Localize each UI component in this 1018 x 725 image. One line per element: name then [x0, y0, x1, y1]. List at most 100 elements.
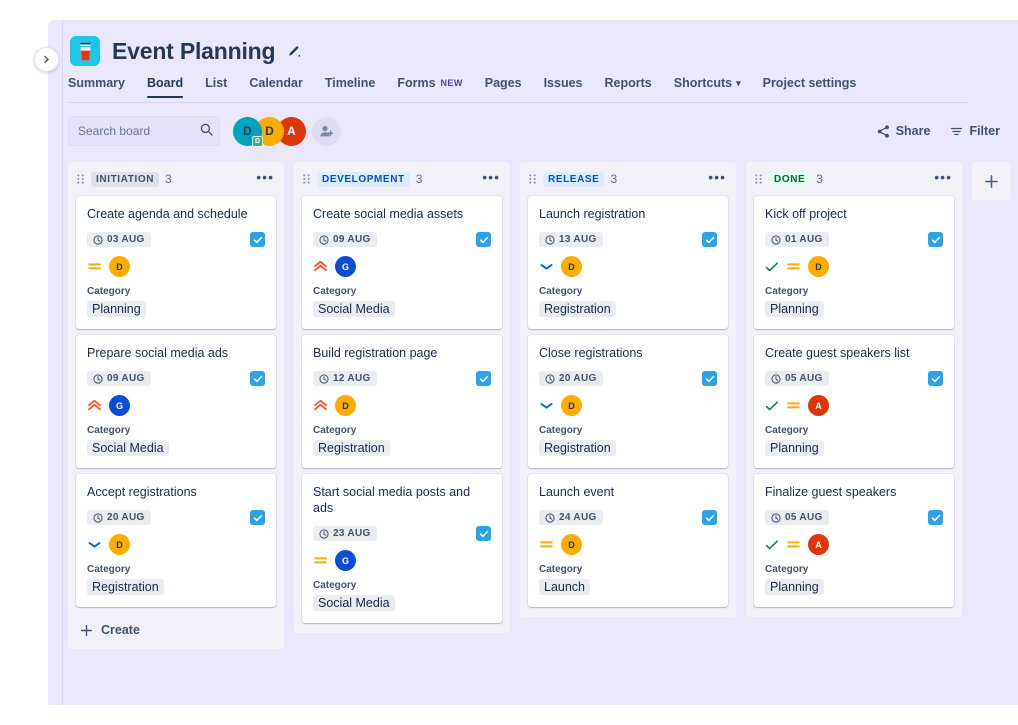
drag-handle-icon[interactable] [76, 173, 85, 185]
priority-medium-icon [540, 541, 553, 548]
board-card[interactable]: Start social media posts and ads 23 AUG … [302, 474, 502, 623]
card-meta: 12 AUG [313, 371, 491, 386]
more-horizontal-icon[interactable]: ••• [708, 170, 726, 185]
drag-handle-icon[interactable] [754, 173, 763, 185]
column-cards: Kick off project 01 AUG D Category Plannin… [746, 196, 962, 607]
more-horizontal-icon[interactable]: ••• [482, 170, 500, 185]
card-field-value-row: Registration [313, 439, 491, 457]
expand-sidebar-button[interactable] [34, 47, 59, 72]
tab-board[interactable]: Board [136, 76, 194, 98]
board-card[interactable]: Kick off project 01 AUG D Category Plannin… [754, 196, 954, 329]
board-card[interactable]: Create guest speakers list 05 AUG A Categ… [754, 335, 954, 468]
task-checkbox-icon [253, 375, 262, 382]
card-meta: 20 AUG [539, 371, 717, 386]
card-field-value: Registration [313, 440, 390, 456]
tab-project-settings[interactable]: Project settings [752, 76, 868, 98]
board-card[interactable]: Build registration page 12 AUG D Category… [302, 335, 502, 468]
card-meta: 05 AUG [765, 371, 943, 386]
avatar-initial: D [815, 261, 822, 272]
card-assignee-avatar[interactable]: D [109, 256, 130, 277]
card-field-value-row: Planning [765, 439, 943, 457]
due-date-label: 05 AUG [785, 373, 823, 384]
add-person-icon[interactable] [312, 116, 341, 146]
board-card[interactable]: Finalize guest speakers 05 AUG A Category… [754, 474, 954, 607]
search-input[interactable] [68, 116, 220, 146]
column-spacer [746, 607, 962, 617]
filter-label: Filter [969, 124, 1000, 138]
tab-list[interactable]: List [194, 76, 238, 98]
card-field-value-row: Launch [539, 578, 717, 596]
card-assignee-avatar[interactable]: G [335, 256, 356, 277]
due-date-label: 20 AUG [107, 512, 145, 523]
filter-button[interactable]: Filter [950, 124, 1000, 138]
task-checkbox-icon [479, 530, 488, 537]
drag-handle-icon[interactable] [528, 173, 537, 185]
board-card[interactable]: Launch registration 13 AUG D Category Regis… [528, 196, 728, 329]
task-checkbox-icon [702, 371, 717, 386]
card-field-label: Category [313, 580, 357, 591]
tab-summary[interactable]: Summary [68, 76, 136, 98]
clock-icon [545, 373, 555, 384]
tab-forms[interactable]: Forms NEW [386, 76, 473, 98]
card-assignee-avatar[interactable]: D [561, 534, 582, 555]
add-column-button[interactable] [972, 162, 1010, 200]
card-meta: 09 AUG [87, 371, 265, 386]
card-assignee-avatar[interactable]: G [335, 550, 356, 571]
column-header: RELEASE 3 ••• [520, 162, 736, 196]
card-field-value-row: Social Media [87, 439, 265, 457]
tab-issues[interactable]: Issues [533, 76, 594, 98]
member-avatar-group: DDDA [233, 116, 306, 147]
board-toolbar: DDDA Share [68, 116, 1000, 147]
card-field-value: Launch [539, 579, 591, 595]
board-card[interactable]: Prepare social media ads 09 AUG G Categor… [76, 335, 276, 468]
due-date-chip: 03 AUG [87, 232, 151, 247]
board-card[interactable]: Close registrations 20 AUG D Category Regis… [528, 335, 728, 468]
share-button[interactable]: Share [877, 124, 931, 138]
tab-timeline[interactable]: Timeline [314, 76, 386, 98]
priority-medium-icon [88, 263, 101, 270]
priority-low-icon [87, 537, 102, 552]
card-indicators: G [313, 550, 491, 571]
clock-icon [771, 234, 781, 245]
card-assignee-avatar[interactable]: G [109, 395, 130, 416]
tab-calendar[interactable]: Calendar [238, 76, 314, 98]
search-icon[interactable] [200, 123, 213, 141]
priority-medium-icon [314, 557, 327, 564]
toolbar-actions: Share Filter [877, 124, 1000, 138]
card-assignee-avatar[interactable]: D [561, 395, 582, 416]
tab-label: Shortcuts [673, 76, 733, 90]
board-card[interactable]: Create agenda and schedule 03 AUG D Categ… [76, 196, 276, 329]
board-card[interactable]: Create social media assets 09 AUG G Categ… [302, 196, 502, 329]
column-header: DEVELOPMENT 3 ••• [294, 162, 510, 196]
more-horizontal-icon[interactable]: ••• [256, 170, 274, 185]
card-assignee-avatar[interactable]: D [109, 534, 130, 555]
task-checkbox-icon [705, 375, 714, 382]
more-horizontal-icon[interactable]: ••• [934, 170, 952, 185]
plus-icon [80, 624, 93, 636]
column-header: INITIATION 3 ••• [68, 162, 284, 196]
due-date-label: 23 AUG [333, 528, 371, 539]
due-date-label: 12 AUG [333, 373, 371, 384]
card-assignee-avatar[interactable]: A [808, 395, 829, 416]
tab-shortcuts[interactable]: Shortcuts ▾ [663, 76, 752, 98]
tab-pages[interactable]: Pages [474, 76, 533, 98]
edit-pencil-icon[interactable] [287, 44, 301, 58]
column-cards: Create agenda and schedule 03 AUG D Categ… [68, 196, 284, 607]
column-name: INITIATION [91, 171, 160, 187]
tab-reports[interactable]: Reports [594, 76, 663, 98]
priority-high-icon [314, 260, 327, 272]
card-assignee-avatar[interactable]: D [561, 256, 582, 277]
card-assignee-avatar[interactable]: D [808, 256, 829, 277]
board-card[interactable]: Accept registrations 20 AUG D Category Regi… [76, 474, 276, 607]
done-check-icon [765, 399, 779, 413]
clock-icon [545, 234, 555, 245]
share-label: Share [895, 124, 931, 138]
card-assignee-avatar[interactable]: A [808, 534, 829, 555]
board-card[interactable]: Launch event 24 AUG D Category Launch [528, 474, 728, 607]
drag-handle-icon[interactable] [302, 173, 311, 185]
task-checkbox-icon [702, 510, 717, 525]
due-date-label: 09 AUG [107, 373, 145, 384]
create-card-button[interactable]: Create [68, 613, 284, 649]
avatar[interactable]: DD [233, 116, 263, 147]
card-assignee-avatar[interactable]: D [335, 395, 356, 416]
